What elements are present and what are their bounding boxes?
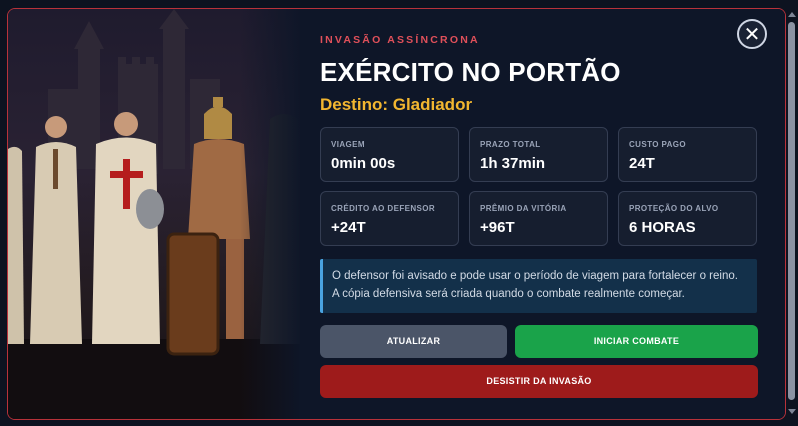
defender-notice: O defensor foi avisado e pode usar o per… — [320, 259, 757, 313]
templar-knight-figure — [92, 112, 164, 344]
stat-total-deadline: PRAZO TOTAL 1h 37min — [469, 127, 608, 182]
scroll-up-arrow-icon[interactable] — [788, 12, 796, 17]
close-icon: ✕ — [743, 24, 761, 46]
stat-value: +24T — [331, 219, 366, 236]
scroll-thumb[interactable] — [788, 22, 795, 400]
scroll-down-arrow-icon[interactable] — [788, 409, 796, 414]
stat-value: 6 HORAS — [629, 219, 696, 236]
start-combat-button[interactable]: INICIAR COMBATE — [515, 325, 758, 358]
stat-label: PRÊMIO DA VITÓRIA — [480, 204, 567, 213]
stat-cost-paid: CUSTO PAGO 24T — [618, 127, 757, 182]
stat-label: CRÉDITO AO DEFENSOR — [331, 204, 436, 213]
illustration-panel — [8, 9, 300, 419]
invasion-details: INVASÃO ASSÍNCRONA EXÉRCITO NO PORTÃO De… — [300, 9, 785, 419]
stat-value: 0min 00s — [331, 155, 396, 172]
stat-label: CUSTO PAGO — [629, 140, 687, 149]
close-button[interactable]: ✕ — [737, 19, 767, 49]
monk-figure — [30, 116, 82, 344]
scrollbar[interactable] — [787, 8, 796, 418]
stat-travel: VIAGEM 0min 00s — [320, 127, 459, 182]
give-up-invasion-button[interactable]: DESISTIR DA INVASÃO — [320, 365, 758, 398]
stat-value: +96T — [480, 219, 515, 236]
invasion-modal: INVASÃO ASSÍNCRONA EXÉRCITO NO PORTÃO De… — [7, 8, 786, 420]
stat-label: VIAGEM — [331, 140, 365, 149]
stat-value: 1h 37min — [480, 155, 546, 172]
stat-defender-credit: CRÉDITO AO DEFENSOR +24T — [320, 191, 459, 246]
modal-title: EXÉRCITO NO PORTÃO — [320, 57, 621, 87]
stat-target-protection: PROTEÇÃO DO ALVO 6 HORAS — [618, 191, 757, 246]
destination-label: Destino: Gladiador — [320, 95, 473, 114]
refresh-button[interactable]: ATUALIZAR — [320, 325, 507, 358]
stat-value: 24T — [629, 155, 655, 172]
stat-victory-prize: PRÊMIO DA VITÓRIA +96T — [469, 191, 608, 246]
stat-label: PROTEÇÃO DO ALVO — [629, 204, 719, 213]
stat-label: PRAZO TOTAL — [480, 140, 541, 149]
invasion-type-label: INVASÃO ASSÍNCRONA — [320, 34, 480, 46]
